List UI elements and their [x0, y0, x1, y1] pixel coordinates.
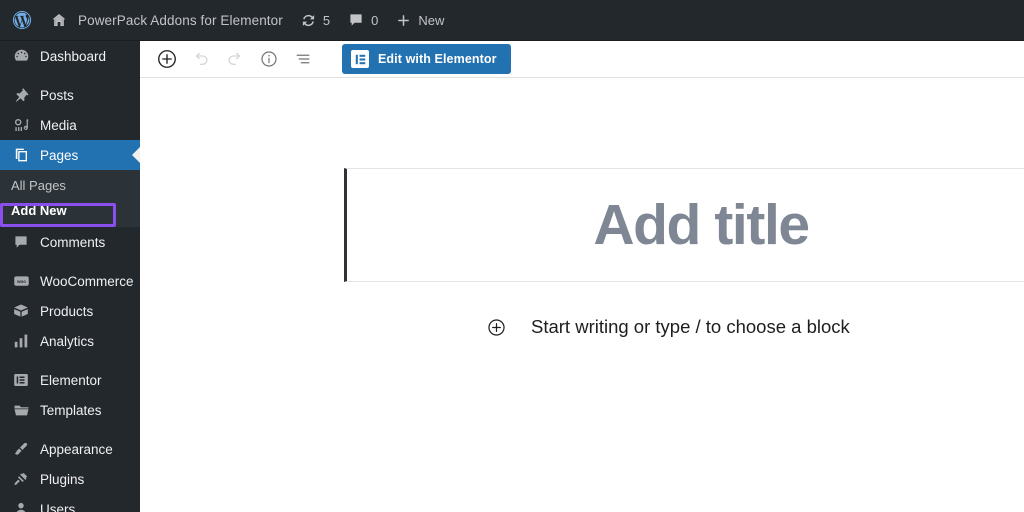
sidebar-item-comments[interactable]: Comments: [0, 227, 140, 257]
updates-icon: [301, 13, 316, 28]
analytics-bars-icon: [11, 331, 31, 351]
sidebar-item-label: Templates: [40, 402, 102, 418]
undo-arrow-icon: [191, 49, 211, 69]
comment-bubble-icon: [11, 232, 31, 252]
sidebar-item-label: Elementor: [40, 372, 102, 388]
plugins-plug-icon: [11, 469, 31, 489]
svg-text:woo: woo: [16, 278, 26, 283]
sidebar-item-products[interactable]: Products: [0, 296, 140, 326]
submenu-item-add-new[interactable]: Add New: [0, 198, 140, 223]
site-name-label: PowerPack Addons for Elementor: [78, 12, 283, 28]
templates-folder-icon: [11, 400, 31, 420]
sidebar-item-templates[interactable]: Templates: [0, 395, 140, 425]
media-icon: [11, 115, 31, 135]
info-circle-icon: [259, 49, 279, 69]
comments-menu[interactable]: 0: [339, 0, 387, 41]
dashboard-gauge-icon: [11, 46, 31, 66]
plus-circle-icon: [156, 48, 178, 70]
updates-count: 5: [322, 12, 331, 28]
sidebar-item-woocommerce[interactable]: woo WooCommerce: [0, 266, 140, 296]
edit-with-elementor-label: Edit with Elementor: [378, 52, 497, 66]
plus-icon: [396, 13, 411, 28]
sidebar-item-label: Comments: [40, 234, 106, 250]
editor-toolbar: Edit with Elementor: [140, 41, 1024, 78]
submenu-pages: All Pages Add New: [0, 170, 140, 227]
admin-sidebar-menu: Dashboard Posts Media Pages All Pages Add New…: [0, 41, 140, 512]
undo-button: [184, 42, 218, 76]
elementor-icon: [11, 370, 31, 390]
submenu-item-all-pages[interactable]: All Pages: [0, 173, 140, 198]
sidebar-item-appearance[interactable]: Appearance: [0, 434, 140, 464]
pin-icon: [11, 85, 31, 105]
default-paragraph-block: Start writing or type / to choose a bloc…: [344, 310, 1024, 344]
comment-bubble-icon: [348, 12, 364, 28]
list-view-icon: [293, 49, 313, 69]
list-view-button[interactable]: [286, 42, 320, 76]
sidebar-item-pages[interactable]: Pages: [0, 140, 140, 170]
updates-menu[interactable]: 5: [292, 0, 339, 41]
menu-separator: [0, 71, 140, 80]
sidebar-item-label: Pages: [40, 147, 79, 163]
sidebar-item-label: Users: [40, 501, 76, 512]
sidebar-item-label: Dashboard: [40, 48, 107, 64]
comments-count: 0: [371, 12, 379, 28]
users-icon: [11, 499, 31, 512]
sidebar-item-dashboard[interactable]: Dashboard: [0, 41, 140, 71]
admin-bar: PowerPack Addons for Elementor 5 0 New: [0, 0, 1024, 41]
new-content-label: New: [418, 12, 445, 28]
appearance-brush-icon: [11, 439, 31, 459]
new-content-menu[interactable]: New: [387, 0, 453, 41]
paragraph-placeholder[interactable]: Start writing or type / to choose a bloc…: [531, 316, 850, 338]
menu-separator: [0, 257, 140, 266]
sidebar-item-analytics[interactable]: Analytics: [0, 326, 140, 356]
elementor-icon: [351, 50, 369, 68]
woocommerce-icon: woo: [11, 271, 31, 291]
home-icon: [51, 12, 67, 28]
sidebar-item-label: Products: [40, 303, 94, 319]
menu-separator: [0, 425, 140, 434]
redo-button: [218, 42, 252, 76]
wordpress-logo-menu[interactable]: [0, 0, 42, 41]
sidebar-item-label: WooCommerce: [40, 273, 134, 289]
pages-icon: [11, 145, 31, 165]
sidebar-item-posts[interactable]: Posts: [0, 80, 140, 110]
post-title-block[interactable]: Add title: [344, 168, 1024, 282]
editor-canvas: Add title Start writing or type / to cho…: [140, 78, 1024, 512]
sidebar-item-users[interactable]: Users: [0, 494, 140, 512]
edit-with-elementor-button[interactable]: Edit with Elementor: [342, 44, 511, 74]
sidebar-item-label: Media: [40, 117, 77, 133]
site-name-menu[interactable]: PowerPack Addons for Elementor: [42, 0, 292, 41]
products-box-icon: [11, 301, 31, 321]
redo-arrow-icon: [225, 49, 245, 69]
sidebar-item-media[interactable]: Media: [0, 110, 140, 140]
sidebar-item-label: Analytics: [40, 333, 95, 349]
menu-separator: [0, 356, 140, 365]
sidebar-item-label: Appearance: [40, 441, 113, 457]
block-inserter-button[interactable]: [484, 315, 508, 339]
sidebar-item-plugins[interactable]: Plugins: [0, 464, 140, 494]
details-button[interactable]: [252, 42, 286, 76]
sidebar-item-label: Posts: [40, 87, 74, 103]
sidebar-item-elementor[interactable]: Elementor: [0, 365, 140, 395]
add-block-button[interactable]: [150, 42, 184, 76]
wordpress-logo-icon: [12, 10, 32, 30]
sidebar-item-label: Plugins: [40, 471, 85, 487]
post-title-placeholder: Add title: [593, 193, 810, 257]
block-editor: Edit with Elementor Add title Start writ…: [140, 41, 1024, 512]
